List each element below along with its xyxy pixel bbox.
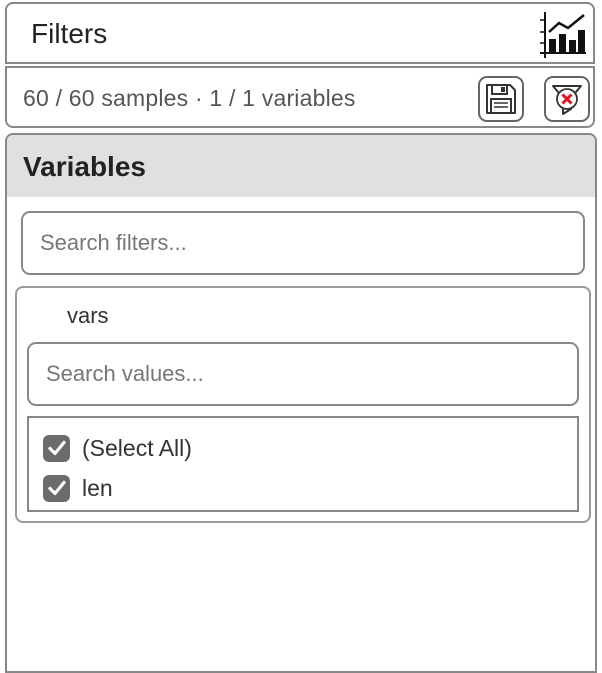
variables-panel: Variables vars (Select All) le	[5, 133, 597, 673]
bar-chart-icon[interactable]	[539, 10, 587, 60]
checkmark-icon	[47, 480, 66, 496]
list-item[interactable]: len	[43, 474, 113, 502]
filters-header: Filters	[5, 2, 595, 64]
sample-count-summary: 60 / 60 samples · 1 / 1 variables	[23, 85, 356, 111]
option-label: (Select All)	[82, 434, 192, 461]
clear-filters-button[interactable]	[544, 76, 590, 122]
values-checkbox-list: (Select All) len	[27, 416, 579, 512]
option-label: len	[82, 474, 113, 501]
search-values-input[interactable]	[27, 342, 579, 406]
checkmark-icon	[47, 440, 66, 456]
variable-filter-card: vars (Select All) len	[15, 286, 591, 523]
len-checkbox[interactable]	[43, 474, 70, 502]
save-filters-button[interactable]	[478, 76, 524, 122]
floppy-disk-icon	[486, 84, 516, 114]
search-filters-input[interactable]	[21, 211, 585, 275]
list-item[interactable]: (Select All)	[43, 434, 192, 462]
filter-summary-bar: 60 / 60 samples · 1 / 1 variables	[5, 66, 595, 128]
filter-clear-icon	[552, 85, 582, 115]
variable-name: vars	[67, 303, 109, 328]
select-all-checkbox[interactable]	[43, 434, 70, 462]
variables-title: Variables	[23, 151, 146, 182]
variables-panel-header[interactable]: Variables	[7, 135, 595, 197]
filters-title: Filters	[31, 18, 108, 49]
